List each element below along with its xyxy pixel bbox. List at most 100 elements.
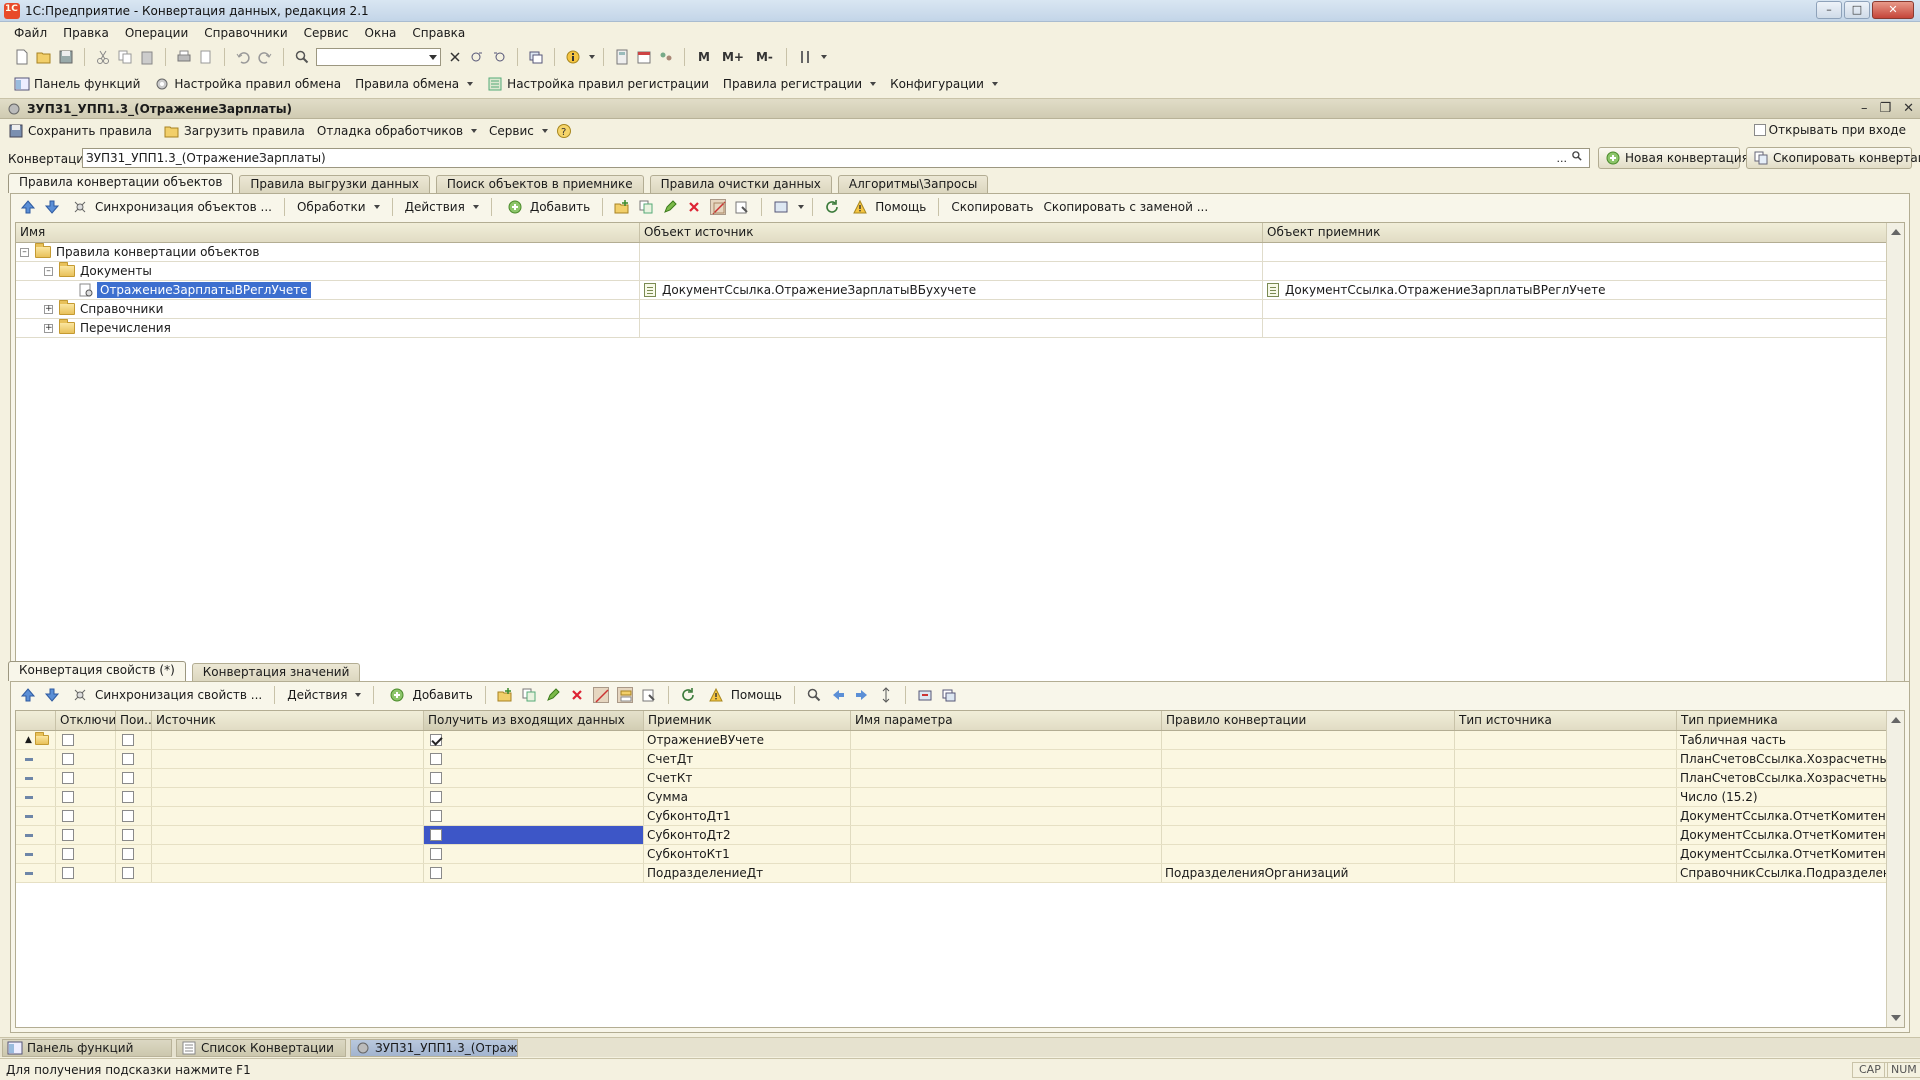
target-type-cell[interactable]: ПланСчетовСсылка.Хозрасчетный <box>1677 750 1904 768</box>
source-type-cell[interactable] <box>1455 750 1677 768</box>
save-rules-button[interactable]: Сохранить правила <box>4 120 156 142</box>
copy-replace-button[interactable]: Скопировать с заменой ... <box>1039 196 1212 218</box>
from-incoming-checkbox[interactable] <box>430 848 442 860</box>
doc-close-button[interactable]: ✕ <box>1903 101 1914 116</box>
view-options-icon[interactable] <box>773 199 789 215</box>
target-cell[interactable]: СчетДт <box>644 750 851 768</box>
column-name[interactable]: Имя <box>16 223 640 242</box>
search-next-icon[interactable] <box>469 49 485 65</box>
menu-windows[interactable]: Окна <box>365 26 397 40</box>
column-target[interactable]: Приемник <box>644 711 851 730</box>
open-folder-icon[interactable] <box>36 49 52 65</box>
table-row[interactable]: СчетКт ПланСчетовСсылка.Хозрасчетный <box>16 769 1904 788</box>
from-incoming-cell[interactable] <box>424 845 644 863</box>
mark-deletion-icon[interactable] <box>592 687 609 703</box>
paste-icon[interactable] <box>139 49 155 65</box>
open-on-enter-check[interactable] <box>1753 124 1766 136</box>
open-on-enter-checkbox[interactable]: Открывать при входе <box>1753 123 1906 137</box>
open-magnifier-icon[interactable] <box>1571 150 1587 162</box>
edit-pencil-icon[interactable] <box>545 687 561 703</box>
target-type-cell[interactable]: ДокументСсылка.ОтчетКомитентуО... <box>1677 826 1904 844</box>
doc-minimize-button[interactable]: – <box>1861 101 1868 116</box>
add-folder-icon[interactable] <box>614 199 630 215</box>
help-button[interactable]: Помощь <box>845 196 930 218</box>
registration-rules-setup-button[interactable]: Настройка правил регистрации <box>483 73 713 95</box>
source-type-cell[interactable] <box>1455 769 1677 787</box>
disabled-checkbox[interactable] <box>62 867 74 879</box>
export-icon[interactable] <box>917 687 933 703</box>
functions-panel-button[interactable]: Панель функций <box>10 73 144 95</box>
exchange-rules-setup-button[interactable]: Настройка правил обмена <box>150 73 345 95</box>
group-icon[interactable] <box>658 49 674 65</box>
conversion-rule-cell[interactable]: ПодразделенияОрганизаций <box>1162 864 1455 882</box>
calendar-icon[interactable] <box>636 49 652 65</box>
print-preview-icon[interactable] <box>198 49 214 65</box>
from-incoming-checkbox[interactable] <box>430 753 442 765</box>
doc-restore-button[interactable]: ❐ <box>1879 101 1891 116</box>
tab-property-conversion[interactable]: Конвертация свойств (*) <box>8 661 186 681</box>
param-name-cell[interactable] <box>851 845 1162 863</box>
menu-catalogs[interactable]: Справочники <box>204 26 287 40</box>
tools-icon[interactable] <box>797 49 813 65</box>
target-cell[interactable]: Сумма <box>644 788 851 806</box>
source-cell[interactable] <box>152 807 424 825</box>
tab-data-export-rules[interactable]: Правила выгрузки данных <box>239 175 430 193</box>
search-checkbox[interactable] <box>122 772 134 784</box>
info-icon[interactable] <box>565 49 581 65</box>
param-name-cell[interactable] <box>851 826 1162 844</box>
target-cell[interactable]: СубконтоКт1 <box>644 845 851 863</box>
source-cell[interactable] <box>152 731 424 749</box>
column-search[interactable]: Пои... <box>116 711 152 730</box>
tree-row-enums[interactable]: + Перечисления <box>16 319 1904 338</box>
source-type-cell[interactable] <box>1455 731 1677 749</box>
source-cell[interactable] <box>152 769 424 787</box>
from-incoming-checkbox[interactable] <box>430 734 442 746</box>
arrow-right-icon[interactable] <box>854 687 870 703</box>
from-incoming-cell[interactable] <box>424 769 644 787</box>
search-checkbox[interactable] <box>122 810 134 822</box>
conversion-field[interactable]: ЗУП31_УПП1.3_(ОтражениеЗарплаты) ... <box>82 148 1590 168</box>
from-incoming-cell[interactable] <box>424 731 644 749</box>
disabled-checkbox[interactable] <box>62 753 74 765</box>
from-incoming-cell[interactable] <box>424 826 644 844</box>
disabled-checkbox[interactable] <box>62 734 74 746</box>
source-cell[interactable] <box>152 788 424 806</box>
exchange-rules-menu[interactable]: Правила обмена <box>351 73 477 95</box>
table-row[interactable]: ▲ ОтражениеВУчете Табличная часть <box>16 731 1904 750</box>
tab-object-search-in-target[interactable]: Поиск объектов в приемнике <box>435 175 644 193</box>
sync-objects-button[interactable]: Синхронизация объектов ... <box>65 196 276 218</box>
from-incoming-cell[interactable] <box>424 750 644 768</box>
mark-deletion-icon[interactable] <box>710 199 727 215</box>
search-icon[interactable] <box>294 49 310 65</box>
search-checkbox[interactable] <box>122 791 134 803</box>
add-rule-button[interactable]: Добавить <box>500 196 594 218</box>
load-rules-button[interactable]: Загрузить правила <box>160 120 309 142</box>
calculator-icon[interactable] <box>614 49 630 65</box>
arrow-left-icon[interactable] <box>830 687 846 703</box>
tab-value-conversion[interactable]: Конвертация значений <box>191 663 361 681</box>
column-from-incoming[interactable]: Получить из входящих данных <box>424 711 644 730</box>
property-actions-menu[interactable]: Действия <box>283 684 365 706</box>
param-name-cell[interactable] <box>851 750 1162 768</box>
conversion-rule-cell[interactable] <box>1162 750 1455 768</box>
collapse-icon[interactable]: – <box>20 247 29 257</box>
column-source[interactable]: Источник <box>152 711 424 730</box>
column-conversion-rule[interactable]: Правило конвертации <box>1162 711 1455 730</box>
task-functions-panel[interactable]: Панель функций <box>2 1038 172 1057</box>
from-incoming-checkbox[interactable] <box>430 829 442 841</box>
disabled-checkbox[interactable] <box>62 810 74 822</box>
target-type-cell[interactable]: ДокументСсылка.ОтчетКомитентуО... <box>1677 845 1904 863</box>
help-icon[interactable]: ? <box>556 123 572 139</box>
find-icon[interactable] <box>806 687 822 703</box>
memory-button[interactable]: M <box>698 50 710 64</box>
target-cell[interactable]: СчетКт <box>644 769 851 787</box>
new-document-icon[interactable] <box>14 49 30 65</box>
column-source-object[interactable]: Объект источник <box>640 223 1263 242</box>
target-cell[interactable]: ОтражениеВУчете <box>644 731 851 749</box>
collapse-icon[interactable]: – <box>44 266 53 276</box>
delete-icon[interactable] <box>686 199 702 215</box>
tree-row-root[interactable]: – Правила конвертации объектов <box>16 243 1904 262</box>
properties-icon[interactable] <box>734 199 750 215</box>
service-menu[interactable]: Сервис <box>485 120 552 142</box>
param-name-cell[interactable] <box>851 788 1162 806</box>
